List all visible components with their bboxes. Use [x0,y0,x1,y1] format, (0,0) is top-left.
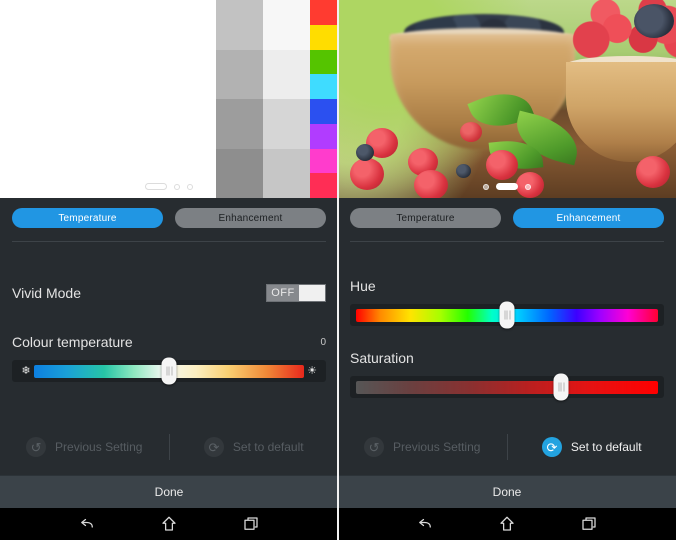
undo-circle-icon: ↺ [364,437,385,457]
back-icon[interactable] [416,515,434,533]
saturation-slider[interactable] [350,373,664,401]
tab-bar: Temperature Enhancement [338,198,676,228]
page-indicator-dot-active [496,183,518,190]
undo-circle-icon: ↺ [26,437,47,457]
page-indicator-dot [483,183,489,190]
panel-divider [337,0,339,540]
reset-actions-row: ↺ Previous Setting ⟳ Set to default [338,419,676,475]
enhancement-panel: Temperature Enhancement Hue Saturation ↺… [338,0,676,540]
blueberry-accent [634,4,674,38]
tab-temperature[interactable]: Temperature [12,208,163,228]
vivid-mode-toggle-state: OFF [267,285,299,301]
tab-enhancement[interactable]: Enhancement [513,208,664,228]
colour-temperature-slider[interactable]: ❄ ☀ [12,357,326,385]
hue-label: Hue [350,278,376,294]
sun-icon: ☀ [307,364,317,377]
enhancement-controls: Temperature Enhancement Hue Saturation ↺… [338,198,676,475]
tab-enhancement[interactable]: Enhancement [175,208,326,228]
page-indicator-dot-active [145,183,167,190]
page-indicator [0,183,338,190]
page-indicator-dot [174,183,180,190]
temperature-panel: Temperature Enhancement Vivid Mode OFF C… [0,0,338,540]
test-chart-grey-column-1 [216,0,263,198]
page-indicator-dot [525,183,531,190]
blueberry [356,144,374,161]
colour-temperature-value: 0 [320,336,326,348]
android-navigation-bar [0,508,338,540]
android-navigation-bar [338,508,676,540]
recent-apps-icon[interactable] [242,515,260,533]
tab-temperature[interactable]: Temperature [350,208,501,228]
page-indicator-dot [187,183,193,190]
colour-temperature-row: Colour temperature 0 [0,334,338,350]
preview-photo[interactable] [338,0,676,198]
done-button[interactable]: Done [0,475,338,508]
temperature-controls: Temperature Enhancement Vivid Mode OFF C… [0,198,338,475]
home-icon[interactable] [160,515,178,533]
tab-bar: Temperature Enhancement [0,198,338,228]
preview-color-test-chart[interactable] [0,0,338,198]
previous-setting-label: Previous Setting [55,440,143,454]
set-to-default-button[interactable]: ⟳ Set to default [170,437,339,457]
vivid-mode-row: Vivid Mode OFF [0,284,338,302]
previous-setting-button[interactable]: ↺ Previous Setting [338,437,507,457]
done-button[interactable]: Done [338,475,676,508]
set-to-default-label: Set to default [232,440,304,454]
previous-setting-button[interactable]: ↺ Previous Setting [0,437,169,457]
raspberry [486,150,518,180]
recent-apps-icon[interactable] [580,515,598,533]
test-chart-colour-bars [310,0,338,198]
set-to-default-button[interactable]: ⟳ Set to default [508,437,676,457]
blueberry [456,164,471,178]
set-to-default-label: Set to default [570,440,642,454]
tab-divider [350,241,664,242]
vivid-mode-toggle-knob [299,285,325,301]
colour-temperature-track[interactable] [34,357,304,385]
home-icon[interactable] [498,515,516,533]
refresh-circle-icon: ⟳ [203,437,224,457]
refresh-circle-icon: ⟳ [541,437,562,457]
colour-temperature-label: Colour temperature [12,334,133,350]
saturation-thumb[interactable] [553,373,569,401]
test-chart-white-field [0,0,216,198]
saturation-label: Saturation [350,350,414,366]
tab-divider [12,241,326,242]
saturation-track[interactable] [356,373,658,401]
hue-track[interactable] [356,301,658,329]
page-indicator [338,183,676,190]
hue-row: Hue [338,278,676,294]
vivid-mode-toggle[interactable]: OFF [266,284,326,302]
berries-photo [338,0,676,198]
previous-setting-label: Previous Setting [393,440,481,454]
reset-actions-row: ↺ Previous Setting ⟳ Set to default [0,419,338,475]
back-icon[interactable] [78,515,96,533]
saturation-row: Saturation [338,350,676,366]
splendid-settings-screen: Temperature Enhancement Vivid Mode OFF C… [0,0,676,540]
colour-temperature-thumb[interactable] [161,357,177,385]
hue-thumb[interactable] [499,301,515,329]
raspberry [460,122,482,142]
vivid-mode-label: Vivid Mode [12,285,82,301]
test-chart-grey-column-2 [263,0,310,198]
hue-slider[interactable] [350,301,664,329]
bowl-front [566,62,676,162]
snowflake-icon: ❄ [21,364,31,377]
